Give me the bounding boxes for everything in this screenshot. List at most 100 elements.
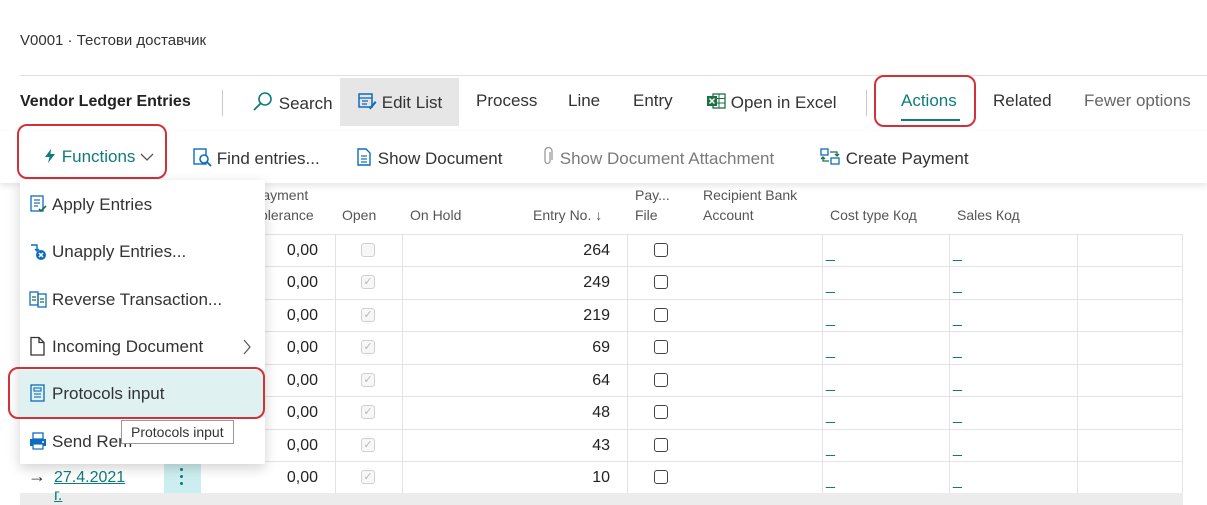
show-attachment-button[interactable]: Show Document Attachment	[541, 146, 774, 169]
sales-dash[interactable]: _	[953, 441, 962, 457]
col-header-recipient-bank-line2: Account	[703, 207, 754, 223]
pay-file-checkbox[interactable]	[654, 308, 668, 322]
edit-list-button[interactable]: Edit List	[357, 91, 442, 113]
pay-file-checkbox[interactable]	[654, 438, 668, 452]
menu-line[interactable]: Line	[568, 91, 600, 111]
col-header-recipient-bank[interactable]: Recipient Bank Account	[703, 185, 797, 225]
sales-dash[interactable]: _	[953, 376, 962, 392]
cost-type-dash[interactable]: _	[826, 246, 835, 262]
cost-type-dash[interactable]: _	[826, 408, 835, 424]
pay-file-checkbox[interactable]	[654, 243, 668, 257]
chevron-right-icon	[243, 339, 251, 355]
col-header-pay-file-line2: File	[635, 207, 658, 223]
paperclip-icon	[544, 146, 553, 165]
tab-related[interactable]: Related	[993, 91, 1052, 111]
pay-file-checkbox[interactable]	[654, 373, 668, 387]
apply-entries-icon	[30, 195, 47, 213]
col-header-open[interactable]: Open	[342, 205, 376, 225]
posting-date-link[interactable]: 27.4.2021 г.	[54, 469, 125, 505]
cell-entry-no[interactable]: 219	[520, 307, 610, 325]
col-header-entry-no[interactable]: Entry No. ↓	[533, 205, 602, 225]
open-in-excel-button[interactable]: Open in Excel	[706, 91, 837, 113]
col-header-sales[interactable]: Sales Код	[957, 205, 1020, 225]
tooltip: Protocols input	[121, 420, 234, 444]
cell-entry-no[interactable]: 69	[520, 339, 610, 357]
sales-dash[interactable]: _	[953, 311, 962, 327]
show-document-icon	[357, 148, 371, 166]
row-actions-button[interactable]	[164, 462, 201, 493]
search-button[interactable]: Search	[252, 91, 333, 114]
pay-file-checkbox[interactable]	[654, 275, 668, 289]
cost-type-dash[interactable]: _	[826, 473, 835, 489]
open-checkbox[interactable]: ✓	[361, 308, 375, 322]
find-entries-button[interactable]: Find entries...	[192, 147, 320, 169]
cost-type-dash[interactable]: _	[826, 441, 835, 457]
open-checkbox[interactable]: ✓	[361, 340, 375, 354]
menu-item-apply-entries[interactable]: Apply Entries	[20, 181, 265, 228]
menu-entry[interactable]: Entry	[633, 91, 673, 111]
col-header-cost-type[interactable]: Cost type Код	[830, 205, 917, 225]
menu-item-label: Apply Entries	[52, 195, 153, 214]
pay-file-checkbox[interactable]	[654, 405, 668, 419]
sales-dash[interactable]: _	[953, 408, 962, 424]
cost-type-dash[interactable]: _	[826, 343, 835, 359]
open-checkbox[interactable]	[361, 243, 375, 257]
cell-entry-no[interactable]: 10	[520, 469, 610, 487]
toolbar-separator	[222, 90, 223, 116]
functions-label: Functions	[61, 147, 136, 166]
pay-file-checkbox[interactable]	[654, 340, 668, 354]
breadcrumb: V0001 · Тестови доставчик	[20, 32, 207, 49]
create-payment-button[interactable]: Create Payment	[819, 147, 969, 169]
edit-list-icon	[358, 93, 377, 110]
menu-item-label: Reverse Transaction...	[52, 290, 223, 309]
create-payment-label: Create Payment	[845, 149, 969, 168]
unapply-entries-icon	[31, 244, 46, 260]
tab-actions[interactable]: Actions	[901, 91, 957, 111]
open-checkbox[interactable]: ✓	[361, 405, 375, 419]
menu-item-unapply-entries[interactable]: Unapply Entries...	[20, 228, 265, 275]
cost-type-dash[interactable]: _	[826, 376, 835, 392]
menu-item-label: Unapply Entries...	[52, 242, 187, 261]
col-header-recipient-bank-line1: Recipient Bank	[703, 187, 798, 203]
col-header-pay-file[interactable]: Pay... File	[635, 185, 670, 225]
send-reminder-icon	[30, 432, 46, 450]
header-divider	[20, 75, 1207, 76]
find-entries-icon	[193, 148, 212, 167]
col-header-on-hold[interactable]: On Hold	[410, 205, 461, 225]
cell-entry-no[interactable]: 249	[520, 274, 610, 292]
document-icon	[30, 336, 45, 356]
sales-dash[interactable]: _	[953, 278, 962, 294]
more-vertical-icon	[180, 468, 184, 488]
cell-entry-no[interactable]: 43	[520, 437, 610, 455]
cost-type-dash[interactable]: _	[826, 278, 835, 294]
functions-button[interactable]: Functions	[43, 147, 154, 167]
open-in-excel-label: Open in Excel	[730, 93, 837, 112]
table-footer	[20, 493, 1183, 505]
fewer-options-button[interactable]: Fewer options	[1084, 91, 1191, 111]
open-checkbox[interactable]: ✓	[361, 470, 375, 484]
cost-type-dash[interactable]: _	[826, 311, 835, 327]
lightning-icon	[45, 149, 55, 163]
sales-dash[interactable]: _	[953, 343, 962, 359]
show-document-button[interactable]: Show Document	[355, 147, 502, 169]
pay-file-checkbox[interactable]	[654, 470, 668, 484]
reverse-transaction-icon	[29, 291, 47, 308]
open-checkbox[interactable]: ✓	[361, 438, 375, 452]
cell-entry-no[interactable]: 264	[520, 242, 610, 260]
menu-item-reverse-transaction[interactable]: Reverse Transaction...	[20, 276, 265, 323]
page-title: Vendor Ledger Entries	[20, 93, 191, 110]
actions-underline	[901, 119, 960, 121]
sales-dash[interactable]: _	[953, 473, 962, 489]
toolbar-separator-2	[866, 90, 867, 116]
open-checkbox[interactable]: ✓	[361, 373, 375, 387]
protocols-input-highlight	[8, 367, 265, 419]
menu-process[interactable]: Process	[476, 91, 537, 111]
cell-entry-no[interactable]: 48	[520, 404, 610, 422]
menu-item-label: Incoming Document	[52, 337, 204, 356]
find-entries-label: Find entries...	[216, 149, 320, 168]
menu-item-incoming-document[interactable]: Incoming Document	[20, 323, 265, 370]
cell-entry-no[interactable]: 64	[520, 372, 610, 390]
sales-dash[interactable]: _	[953, 246, 962, 262]
cell-tolerance[interactable]: 0,00	[230, 469, 318, 487]
open-checkbox[interactable]: ✓	[361, 275, 375, 289]
